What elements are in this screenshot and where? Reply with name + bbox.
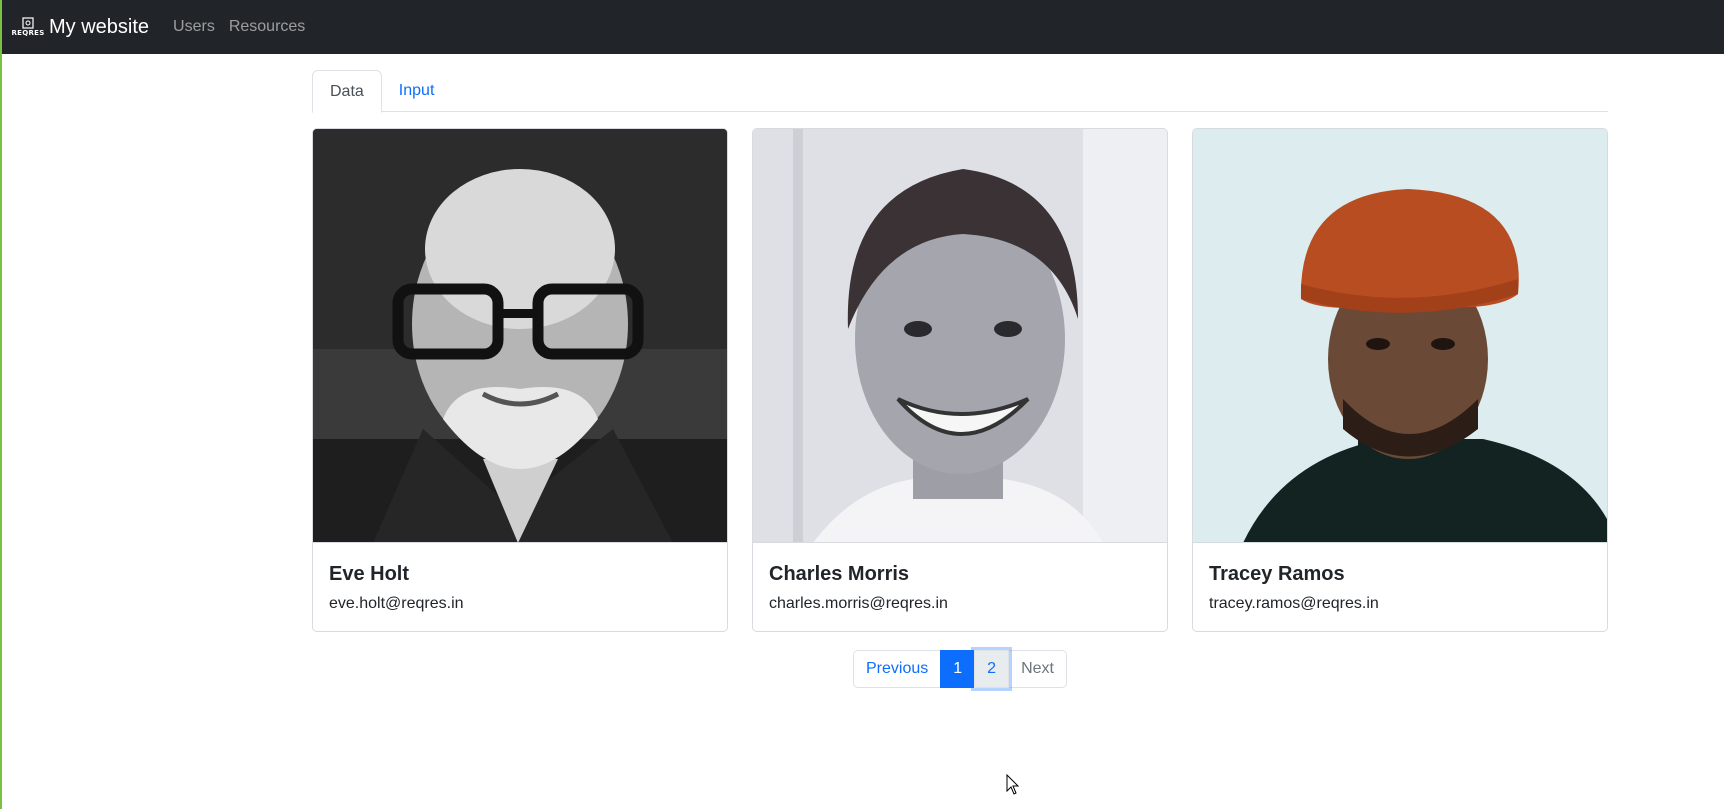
window-left-border <box>0 0 2 809</box>
user-card: Charles Morris charles.morris@reqres.in <box>752 128 1168 632</box>
user-card: Eve Holt eve.holt@reqres.in <box>312 128 728 632</box>
user-avatar <box>753 129 1167 543</box>
pagination: Previous 1 2 Next <box>853 650 1067 688</box>
logo-icon <box>22 17 34 29</box>
tab-data[interactable]: Data <box>312 70 382 113</box>
user-card: Tracey Ramos tracey.ramos@reqres.in <box>1192 128 1608 632</box>
nav-link-resources[interactable]: Resources <box>229 0 305 54</box>
user-name: Tracey Ramos <box>1209 563 1345 585</box>
user-cards: Eve Holt eve.holt@reqres.in Charles Morr… <box>312 128 1608 632</box>
brand-name: My website <box>49 16 150 38</box>
user-name: Charles Morris <box>769 563 910 585</box>
user-avatar <box>1193 129 1607 543</box>
logo-text: REQRES <box>11 29 45 37</box>
nav-link-users[interactable]: Users <box>173 0 215 54</box>
user-avatar <box>313 129 727 543</box>
mouse-cursor-icon <box>1006 774 1020 795</box>
user-email: charles.morris@reqres.in <box>769 595 948 612</box>
pagination-next-button[interactable]: Next <box>1008 650 1067 688</box>
pagination-previous-button[interactable]: Previous <box>853 650 942 688</box>
tab-bar: Data Input <box>312 70 1608 113</box>
reqres-logo: REQRES <box>11 13 45 41</box>
navbar-brand[interactable]: REQRES My website <box>11 0 150 54</box>
user-email: tracey.ramos@reqres.in <box>1209 595 1379 612</box>
user-name: Eve Holt <box>329 563 410 585</box>
top-navbar: REQRES My website Users Resources <box>2 0 1724 54</box>
pagination-page-2[interactable]: 2 <box>974 650 1010 688</box>
user-email: eve.holt@reqres.in <box>329 595 464 612</box>
tab-input[interactable]: Input <box>382 70 452 112</box>
pagination-page-1[interactable]: 1 <box>940 650 976 688</box>
